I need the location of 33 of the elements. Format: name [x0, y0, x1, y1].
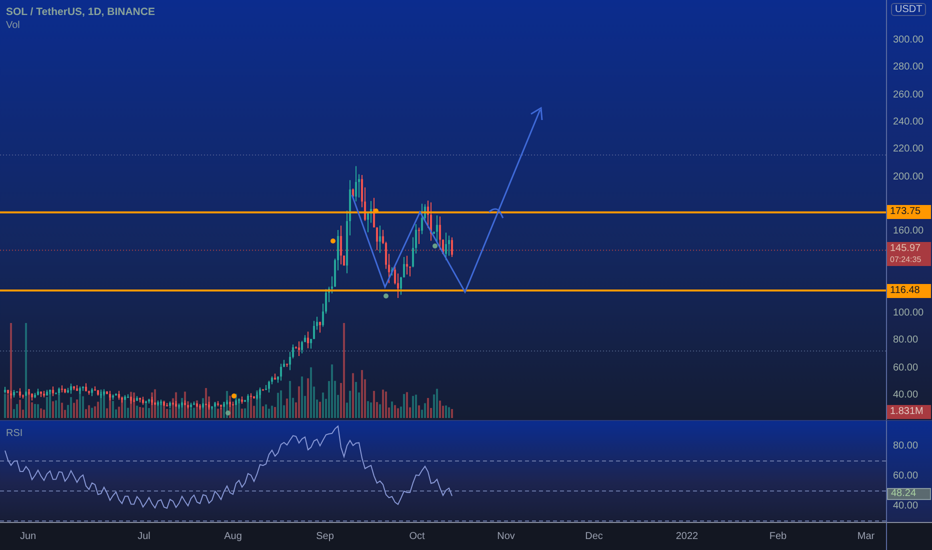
level-price-label: 116.48	[887, 284, 931, 298]
time-tick: Jun	[20, 531, 36, 542]
price-tick: 240.00	[893, 116, 924, 128]
price-tick: 220.00	[893, 144, 924, 155]
time-tick: Sep	[316, 531, 334, 542]
chart-title: SOL / TetherUS, 1D, BINANCE	[6, 6, 155, 18]
time-tick: Dec	[585, 531, 603, 542]
time-tick: Aug	[224, 531, 242, 542]
volume-label: 1.831M	[887, 405, 931, 419]
time-tick: Mar	[857, 531, 875, 542]
price-tick: 100.00	[893, 308, 924, 318]
time-tick: Feb	[769, 531, 787, 542]
time-tick: Nov	[497, 531, 515, 542]
price-tick: 200.00	[893, 171, 924, 182]
time-tick: Oct	[409, 531, 425, 542]
currency-label[interactable]: USDT	[891, 3, 926, 16]
rsi-tick: 80.00	[893, 440, 918, 452]
last-price-label: 145.97 07:24:35	[887, 242, 931, 266]
rsi-tick: 60.00	[893, 470, 918, 482]
price-tick: 40.00	[893, 389, 918, 400]
price-tick: 300.00	[893, 34, 924, 46]
level-price-label: 173.75	[887, 205, 931, 220]
indicator-label: Vol	[6, 20, 20, 31]
time-tick: 2022	[676, 531, 698, 542]
price-tick: 280.00	[893, 62, 924, 73]
price-tick: 60.00	[893, 362, 918, 374]
price-tick: 160.00	[893, 226, 924, 237]
time-tick: Jul	[138, 531, 150, 542]
rsi-value-label: 48.24	[887, 488, 931, 500]
price-tick: 80.00	[893, 334, 918, 346]
rsi-tick: 40.00	[893, 500, 918, 512]
rsi-title: RSI	[6, 428, 23, 439]
price-tick: 260.00	[893, 89, 924, 100]
